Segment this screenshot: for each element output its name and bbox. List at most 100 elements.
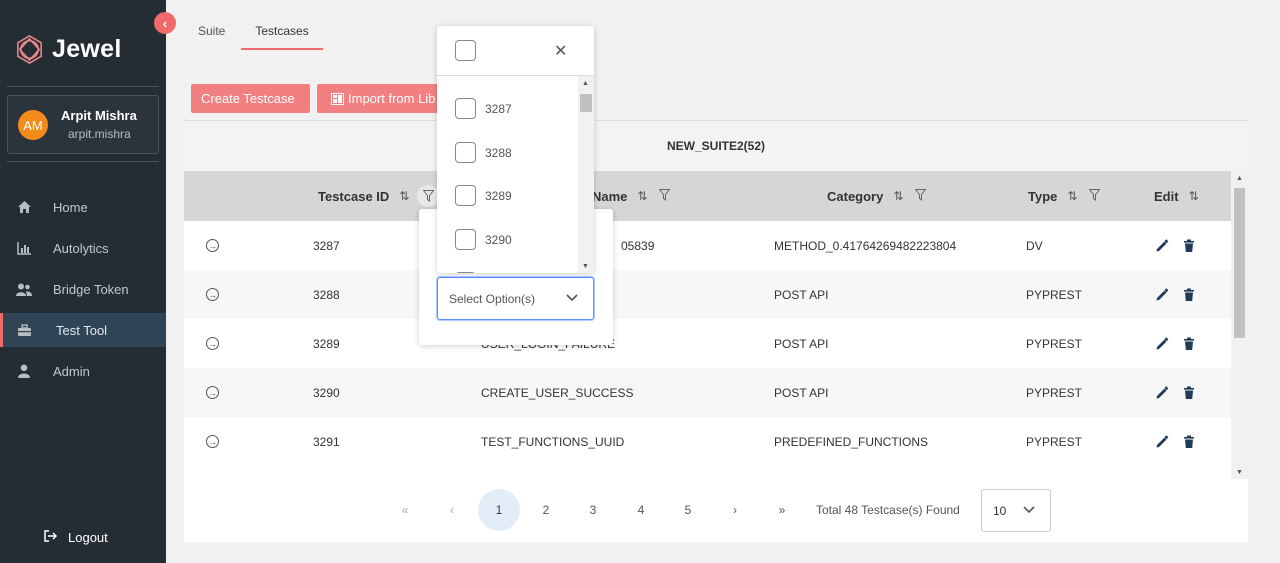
table-row: → 3289 USER_LOGIN_FAILURE POST API PYPRE… xyxy=(184,319,1231,368)
toolbox-icon xyxy=(16,322,32,338)
option-label: 3288 xyxy=(485,145,512,160)
tab-testcases[interactable]: Testcases xyxy=(241,18,323,50)
cell-testcase-id: 3289 xyxy=(313,336,340,351)
create-testcase-button[interactable]: Create Testcase xyxy=(191,84,310,113)
page-button[interactable]: 2 xyxy=(525,489,567,531)
delete-button[interactable] xyxy=(1182,417,1196,466)
page-button[interactable]: 4 xyxy=(620,489,662,531)
column-header-type[interactable]: Type ⇅ xyxy=(1028,171,1103,221)
column-label: Name xyxy=(592,188,628,204)
cell-testcase-id: 3288 xyxy=(313,287,340,302)
option-item[interactable]: 3290 xyxy=(455,229,512,250)
option-item[interactable]: 3289 xyxy=(455,185,512,206)
option-item[interactable] xyxy=(455,272,485,273)
option-checkbox[interactable] xyxy=(455,272,476,273)
app-logo[interactable]: Jewel xyxy=(14,34,122,65)
first-page-button[interactable]: « xyxy=(384,489,426,531)
sidebar-item-test-tool[interactable]: Test Tool xyxy=(0,313,166,347)
next-page-button[interactable]: › xyxy=(714,489,756,531)
column-label: Type xyxy=(1028,188,1058,204)
sort-icon[interactable]: ⇅ xyxy=(1067,189,1077,203)
sort-icon[interactable]: ⇅ xyxy=(399,189,409,203)
sidebar-item-admin[interactable]: Admin xyxy=(0,354,166,388)
delete-button[interactable] xyxy=(1182,221,1196,270)
collapse-sidebar-button[interactable]: ‹ xyxy=(154,12,176,34)
user-handle: arpit.mishra xyxy=(68,127,131,141)
tab-suite[interactable]: Suite xyxy=(184,18,239,50)
cell-category: POST API xyxy=(774,385,829,400)
page-button[interactable]: 3 xyxy=(572,489,614,531)
expand-row-button[interactable]: → xyxy=(206,368,219,417)
page-button[interactable]: 1 xyxy=(478,489,520,531)
edit-button[interactable] xyxy=(1155,417,1169,466)
scroll-down-icon[interactable]: ▼ xyxy=(1236,469,1243,476)
pencil-icon xyxy=(1156,287,1169,300)
option-checkbox[interactable] xyxy=(455,229,476,250)
sidebar-item-bridge-token[interactable]: Bridge Token xyxy=(0,272,166,306)
expand-row-button[interactable]: → xyxy=(206,221,219,270)
trash-icon xyxy=(1184,288,1194,301)
logout-button[interactable]: Logout xyxy=(44,530,108,545)
option-checkbox[interactable] xyxy=(455,142,476,163)
options-scrollbar[interactable]: ▲ ▼ xyxy=(578,76,594,273)
option-label: 3289 xyxy=(485,188,512,203)
scroll-down-icon[interactable]: ▼ xyxy=(582,263,589,270)
cell-testcase-id: 3287 xyxy=(313,238,340,253)
column-header-edit[interactable]: Edit ⇅ xyxy=(1154,171,1199,221)
edit-button[interactable] xyxy=(1155,270,1169,319)
delete-button[interactable] xyxy=(1182,368,1196,417)
scrollbar-thumb[interactable] xyxy=(1234,188,1245,338)
expand-row-button[interactable]: → xyxy=(206,319,219,368)
sidebar-item-home[interactable]: Home xyxy=(0,190,166,224)
avatar: AM xyxy=(18,110,48,140)
filter-icon[interactable] xyxy=(914,189,929,203)
sort-icon[interactable]: ⇅ xyxy=(1189,189,1199,203)
pencil-icon xyxy=(1156,434,1169,447)
cell-category: POST API xyxy=(774,336,829,351)
filter-icon[interactable] xyxy=(658,189,673,203)
expand-row-button[interactable]: → xyxy=(206,417,219,466)
last-page-button[interactable]: » xyxy=(761,489,803,531)
edit-button[interactable] xyxy=(1155,319,1169,368)
cell-category: POST API xyxy=(774,287,829,302)
sort-icon[interactable]: ⇅ xyxy=(637,189,647,203)
page-size-select[interactable]: 10 xyxy=(981,489,1051,532)
arrow-right-circle-icon: → xyxy=(206,435,219,448)
trash-icon xyxy=(1184,337,1194,350)
sidebar-item-autolytics[interactable]: Autolytics xyxy=(0,231,166,265)
delete-button[interactable] xyxy=(1182,319,1196,368)
prev-page-button[interactable]: ‹ xyxy=(431,489,473,531)
page-button[interactable]: 5 xyxy=(667,489,709,531)
trash-icon xyxy=(1184,386,1194,399)
option-label: 3290 xyxy=(485,232,512,247)
option-checkbox[interactable] xyxy=(455,185,476,206)
filter-icon[interactable] xyxy=(1088,189,1103,203)
user-card[interactable]: AM Arpit Mishra arpit.mishra xyxy=(7,95,159,154)
table-scrollbar[interactable]: ▲ ▼ xyxy=(1231,171,1248,479)
expand-row-button[interactable]: → xyxy=(206,270,219,319)
select-all-checkbox[interactable] xyxy=(455,40,476,61)
delete-button[interactable] xyxy=(1182,270,1196,319)
multiselect-options-panel: ✕ 3287 3288 3289 3290 ▲ ▼ xyxy=(437,26,594,273)
column-header-category[interactable]: Category ⇅ xyxy=(827,171,929,221)
filter-multiselect[interactable]: Select Option(s) xyxy=(437,277,594,320)
scroll-up-icon[interactable]: ▲ xyxy=(582,80,589,87)
option-item[interactable]: 3288 xyxy=(455,142,512,163)
scroll-up-icon[interactable]: ▲ xyxy=(1236,175,1243,182)
divider xyxy=(7,86,159,87)
cell-type: DV xyxy=(1026,238,1043,253)
pencil-icon xyxy=(1156,238,1169,251)
table-header: Testcase ID ⇅ Name ⇅ Category ⇅ Type ⇅ E… xyxy=(184,171,1231,221)
option-item[interactable]: 3287 xyxy=(455,98,512,119)
import-icon xyxy=(331,92,344,105)
edit-button[interactable] xyxy=(1155,221,1169,270)
close-icon[interactable]: ✕ xyxy=(554,41,567,61)
edit-button[interactable] xyxy=(1155,368,1169,417)
divider xyxy=(7,161,159,162)
option-checkbox[interactable] xyxy=(455,98,476,119)
scrollbar-thumb[interactable] xyxy=(580,94,592,112)
import-from-lib-button[interactable]: Import from Lib xyxy=(317,84,442,113)
table-body: → 3287 05839 METHOD_0.41764269482223804 … xyxy=(184,221,1231,466)
sort-icon[interactable]: ⇅ xyxy=(893,189,903,203)
cell-type: PYPREST xyxy=(1026,336,1083,351)
